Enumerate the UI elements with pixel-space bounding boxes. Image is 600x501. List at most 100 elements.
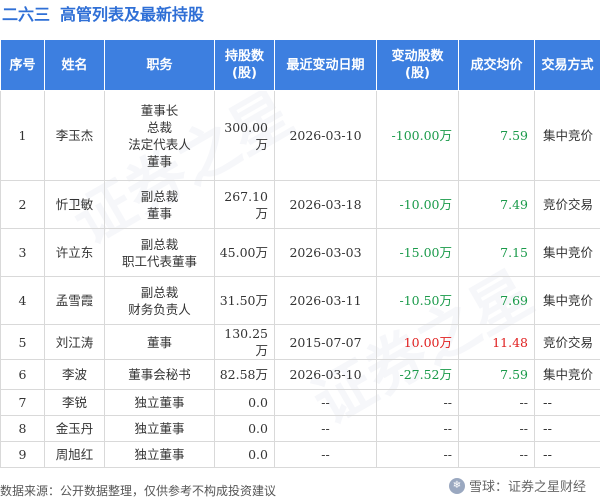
header-line: 变动股数 [391, 49, 444, 64]
cell-price: 7.59 [458, 90, 535, 181]
cell-price: 7.69 [458, 276, 535, 325]
cell-shares: 0.0 [214, 441, 275, 468]
cell-change: -10.50万 [376, 276, 459, 325]
table-subtitle: 高管列表及最新持股 [60, 5, 205, 24]
role-line: 总裁 [146, 119, 172, 135]
cell-idx: 4 [0, 276, 45, 325]
cell-roles: 副总裁 董事 [104, 180, 215, 229]
col-header-method: 交易方式 [534, 39, 600, 91]
cell-change: -100.00万 [376, 90, 459, 181]
cell-roles: 副总裁 职工代表董事 [104, 228, 215, 277]
executive-table: 序号 姓名 职务 持股数 (股) 最近变动日期 变动股数 (股) 成交均价 交易方式… [0, 39, 600, 468]
role-line: 董事会秘书 [128, 367, 191, 382]
cell-price: 7.59 [458, 359, 535, 390]
role-line: 董事 [146, 153, 172, 169]
cell-shares: 267.10万 [214, 180, 275, 229]
cell-shares: 0.0 [214, 415, 275, 442]
table-row: 7 李锐 独立董事 0.0 -- -- -- -- [0, 389, 600, 416]
cell-idx: 6 [0, 359, 45, 390]
cell-roles: 董事会秘书 [104, 359, 215, 390]
cell-date: 2026-03-10 [274, 90, 377, 181]
role-line: 独立董事 [134, 421, 185, 436]
col-header-idx: 序号 [0, 39, 45, 91]
table-row: 3 许立东 副总裁 职工代表董事 45.00万 2026-03-03 -15.00万 7.15… [0, 228, 600, 277]
cell-method: 集中竞价 [534, 359, 600, 390]
brand-mark: ❄ 雪球：证券之星财经 [448, 476, 586, 495]
col-header-price: 成交均价 [458, 39, 535, 91]
cell-name: 忻卫敏 [44, 180, 105, 229]
cell-date: -- [274, 389, 377, 416]
cell-roles: 独立董事 [104, 415, 215, 442]
role-line: 董事 [146, 334, 172, 350]
cell-idx: 7 [0, 389, 45, 416]
cell-shares: 31.50万 [214, 276, 275, 325]
col-header-change: 变动股数 (股) [376, 39, 459, 91]
cell-change: -- [376, 389, 459, 416]
cell-name: 李玉杰 [44, 90, 105, 181]
header-line: (股) [232, 66, 257, 81]
cell-method: 竞价交易 [534, 324, 600, 360]
cell-method: -- [534, 441, 600, 468]
cell-change: -27.52万 [376, 359, 459, 390]
cell-price: 7.15 [458, 228, 535, 277]
col-header-role: 职务 [104, 39, 215, 91]
cell-method: 集中竞价 [534, 276, 600, 325]
cell-method: 竞价交易 [534, 180, 600, 229]
cell-date: 2015-07-07 [274, 324, 377, 360]
cell-roles: 董事长 总裁 法定代表人 董事 [104, 90, 215, 181]
cell-price: -- [458, 441, 535, 468]
table-row: 8 金玉丹 独立董事 0.0 -- -- -- -- [0, 415, 600, 442]
cell-date: -- [274, 415, 377, 442]
cell-date: 2026-03-10 [274, 359, 377, 390]
table-row: 4 孟雪霞 副总裁 财务负责人 31.50万 2026-03-11 -10.50万 7.69 集… [0, 276, 600, 325]
table-row: 1 李玉杰 董事长 总裁 法定代表人 董事 300.00万 2026-03-10 -100.00… [0, 90, 600, 181]
company-name: 二六三 [2, 5, 51, 24]
cell-name: 孟雪霞 [44, 276, 105, 325]
cell-idx: 2 [0, 180, 45, 229]
cell-shares: 82.58万 [214, 359, 275, 390]
cell-idx: 5 [0, 324, 45, 360]
cell-shares: 0.0 [214, 389, 275, 416]
table-row: 6 李波 董事会秘书 82.58万 2026-03-10 -27.52万 7.59 集中竞价 [0, 359, 600, 390]
cell-idx: 3 [0, 228, 45, 277]
cell-shares: 45.00万 [214, 228, 275, 277]
cell-name: 周旭红 [44, 441, 105, 468]
role-line: 法定代表人 [128, 136, 191, 152]
role-line: 职工代表董事 [121, 253, 197, 269]
cell-date: -- [274, 441, 377, 468]
cell-change: 10.00万 [376, 324, 459, 360]
role-line: 独立董事 [134, 395, 185, 410]
cell-method: -- [534, 389, 600, 416]
cell-name: 金玉丹 [44, 415, 105, 442]
role-line: 副总裁 [140, 236, 179, 252]
header-line: (股) [405, 66, 430, 81]
cell-date: 2026-03-03 [274, 228, 377, 277]
col-header-name: 姓名 [44, 39, 105, 91]
cell-name: 李波 [44, 359, 105, 390]
cell-roles: 独立董事 [104, 389, 215, 416]
header-line: 持股数 [224, 49, 264, 64]
role-line: 财务负责人 [128, 301, 191, 317]
role-line: 独立董事 [134, 447, 185, 462]
cell-shares: 300.00万 [214, 90, 275, 181]
col-header-shares: 持股数 (股) [214, 39, 275, 91]
cell-method: 集中竞价 [534, 90, 600, 181]
cell-date: 2026-03-11 [274, 276, 377, 325]
cell-method: -- [534, 415, 600, 442]
cell-idx: 9 [0, 441, 45, 468]
table-row: 5 刘江涛 董事 130.25万 2015-07-07 10.00万 11.48 竞价交易 [0, 324, 600, 360]
role-line: 副总裁 [140, 188, 179, 204]
role-line: 董事 [146, 205, 172, 221]
page-title: 二六三 高管列表及最新持股 [0, 0, 600, 30]
col-header-date: 最近变动日期 [274, 39, 377, 91]
cell-roles: 董事 [104, 324, 215, 360]
data-source-note: 数据来源：公开数据整理，仅供参考不构成投资建议 [0, 484, 277, 498]
cell-price: 11.48 [458, 324, 535, 360]
table-row: 2 忻卫敏 副总裁 董事 267.10万 2026-03-18 -10.00万 7.49 竞价交… [0, 180, 600, 229]
cell-date: 2026-03-18 [274, 180, 377, 229]
role-line: 董事长 [140, 102, 179, 118]
table-header-row: 序号 姓名 职务 持股数 (股) 最近变动日期 变动股数 (股) 成交均价 交易方式 [0, 39, 600, 91]
cell-method: 集中竞价 [534, 228, 600, 277]
table-row: 9 周旭红 独立董事 0.0 -- -- -- -- [0, 441, 600, 468]
cell-price: -- [458, 415, 535, 442]
